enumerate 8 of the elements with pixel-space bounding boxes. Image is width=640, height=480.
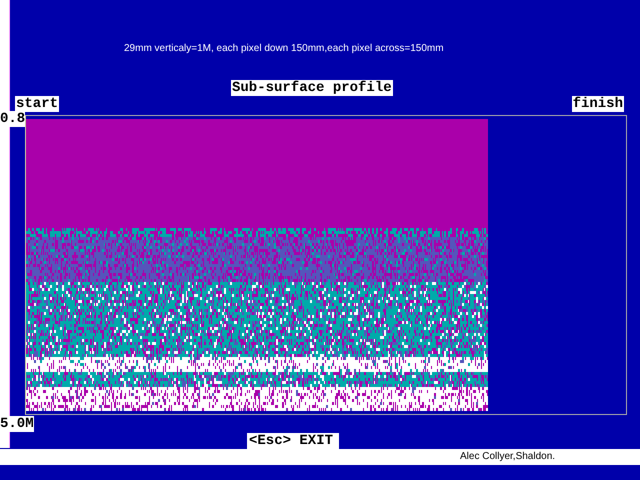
depth-bottom-label: 5.0M: [0, 416, 34, 432]
author-credit: Alec Collyer,Shaldon.: [460, 450, 556, 464]
depth-top-label: 0.8: [0, 111, 26, 127]
scale-caption: 29mm verticaly=1M, each pixel down 150mm,each pixel across=150mm: [124, 43, 444, 55]
exit-button[interactable]: <Esc> EXIT: [247, 433, 340, 449]
start-label: start: [15, 96, 60, 112]
profile-title: Sub-surface profile: [231, 80, 393, 96]
finish-label: finish: [572, 96, 624, 112]
